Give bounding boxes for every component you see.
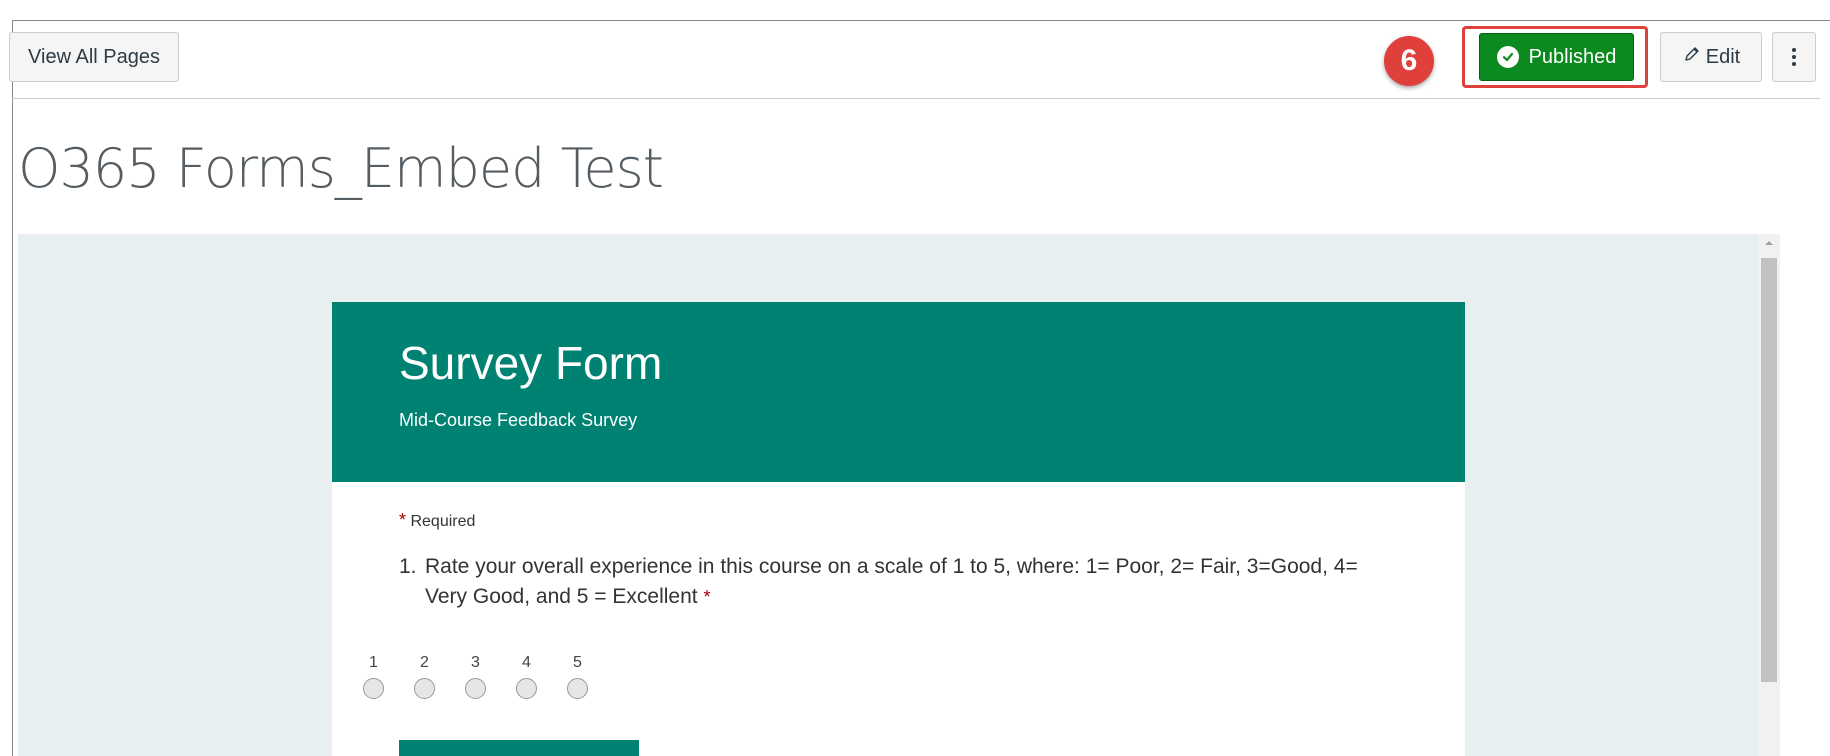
published-label: Published [1528, 45, 1617, 68]
check-circle-icon [1496, 46, 1519, 68]
arrow-up-icon[interactable] [1758, 234, 1780, 252]
rating-radio[interactable] [363, 678, 384, 699]
rating-scale: 1 2 3 4 5 [362, 654, 589, 699]
rating-label: 2 [420, 654, 429, 671]
question-number: 1. [399, 555, 417, 578]
edit-label: Edit [1705, 45, 1741, 68]
question-text: Rate your overall experience in this cou… [425, 555, 1358, 608]
frame-border-left [12, 20, 13, 756]
toolbar-divider [12, 98, 1820, 99]
survey-form-card: Survey Form Mid-Course Feedback Survey *… [332, 302, 1465, 756]
form-title: Survey Form [399, 337, 663, 389]
vertical-ellipsis-icon [1792, 48, 1796, 66]
form-subtitle: Mid-Course Feedback Survey [399, 410, 638, 430]
rating-radio[interactable] [465, 678, 486, 699]
published-button[interactable]: Published [1479, 33, 1634, 81]
rating-label: 3 [471, 654, 480, 671]
form-header: Survey Form Mid-Course Feedback Survey [332, 302, 1465, 482]
rating-label: 4 [522, 654, 531, 671]
page: View All Pages 6 Published Edit O365 For… [0, 0, 1830, 756]
pencil-icon [1682, 44, 1702, 70]
page-title: O365 Forms_Embed Test [18, 137, 664, 200]
rating-label: 5 [573, 654, 582, 671]
question-required-star: * [703, 587, 711, 607]
step-number-badge: 6 [1384, 36, 1434, 86]
question-1: 1. Rate your overall experience in this … [399, 552, 1399, 612]
rating-option-3: 3 [464, 654, 487, 699]
rating-label: 1 [369, 654, 378, 671]
more-options-button[interactable] [1772, 32, 1816, 82]
edit-button[interactable]: Edit [1660, 32, 1762, 82]
rating-option-5: 5 [566, 654, 589, 699]
submit-button[interactable]: Submit [399, 740, 639, 756]
view-all-pages-button[interactable]: View All Pages [9, 32, 179, 82]
frame-border-top [12, 20, 1830, 21]
rating-option-4: 4 [515, 654, 538, 699]
embedded-form-frame: Survey Form Mid-Course Feedback Survey *… [18, 234, 1780, 756]
rating-option-1: 1 [362, 654, 385, 699]
scrollbar[interactable] [1758, 234, 1780, 756]
required-label: Required [410, 513, 476, 530]
required-star: * [399, 510, 407, 530]
question-text-wrap: Rate your overall experience in this cou… [425, 552, 1399, 612]
rating-radio[interactable] [516, 678, 537, 699]
rating-radio[interactable] [414, 678, 435, 699]
required-note: * Required [399, 510, 475, 531]
rating-radio[interactable] [567, 678, 588, 699]
scrollbar-thumb[interactable] [1761, 258, 1777, 682]
rating-option-2: 2 [413, 654, 436, 699]
